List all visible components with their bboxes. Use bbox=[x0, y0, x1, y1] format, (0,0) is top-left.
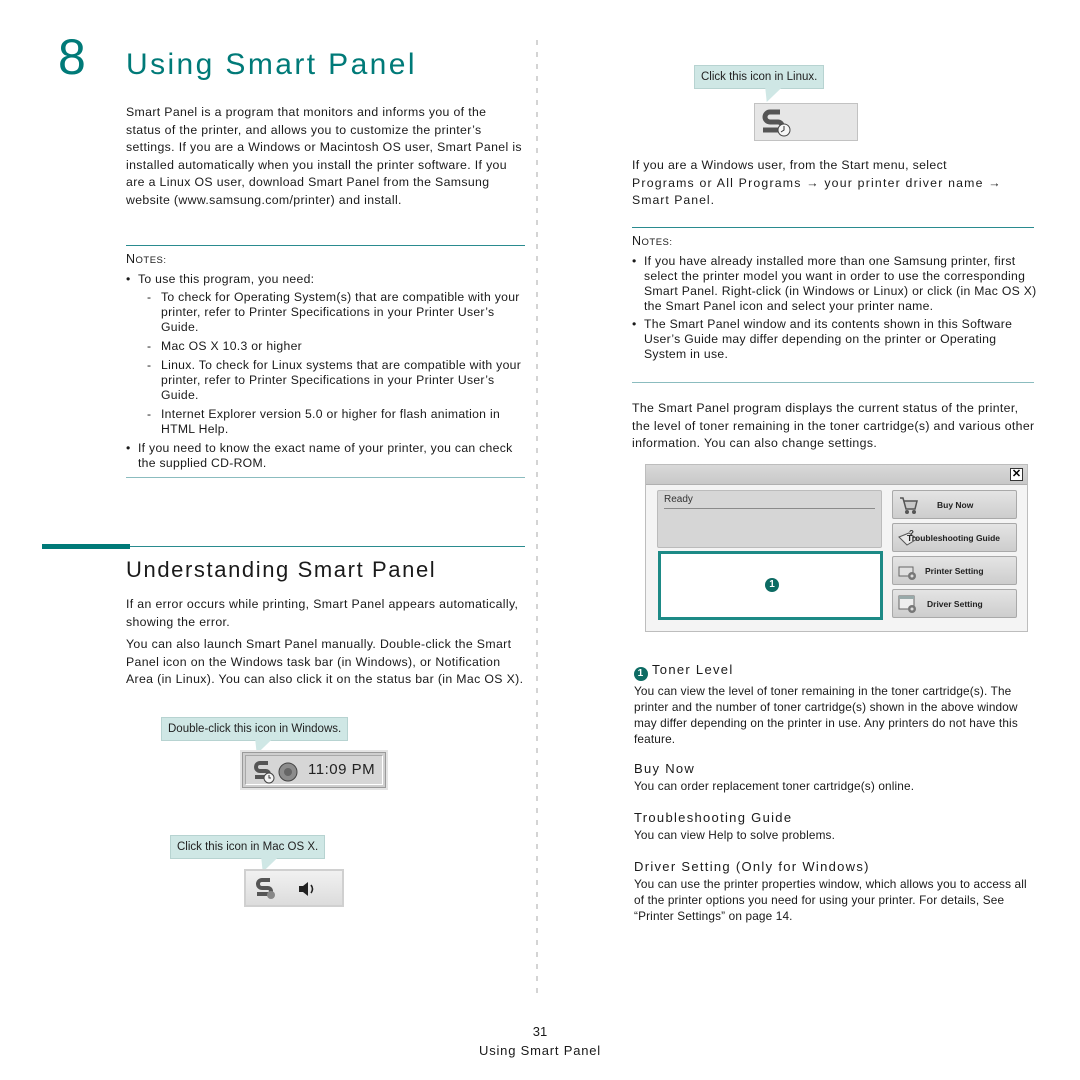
requirement-item: To check for Operating System(s) that ar… bbox=[146, 290, 526, 335]
linux-callout-tail bbox=[758, 88, 782, 102]
notes-list: To use this program, you need: To check … bbox=[126, 272, 526, 474]
windows-callout: Double-click this icon in Windows. bbox=[161, 717, 349, 741]
volume-icon bbox=[299, 882, 314, 896]
troubleshooting-guide-button[interactable]: ? Troubleshooting Guide bbox=[892, 523, 1017, 552]
window-titlebar: ✕ bbox=[646, 465, 1027, 485]
requirements-list: To check for Operating System(s) that ar… bbox=[138, 290, 526, 437]
section-rule bbox=[130, 546, 525, 547]
definition-title: Buy Now bbox=[634, 761, 696, 776]
definition-title: Troubleshooting Guide bbox=[634, 810, 793, 825]
linux-callout: Click this icon in Linux. bbox=[694, 65, 825, 89]
section-paragraph-1: If an error occurs while printing, Smart… bbox=[126, 597, 519, 629]
definition-title: 1 Toner Level bbox=[634, 662, 1039, 681]
status-panel: Ready bbox=[657, 490, 882, 548]
chapter-title: Using Smart Panel bbox=[126, 48, 417, 81]
requirement-item: Linux. To check for Linux systems that a… bbox=[146, 358, 526, 403]
definition-text: You can use the printer properties windo… bbox=[634, 877, 1027, 923]
definition-toner-level: 1 Toner Level You can view the level of t… bbox=[634, 662, 1039, 747]
start-menu-instructions: If you are a Windows user, from the Star… bbox=[632, 158, 1002, 208]
notes-right-top-rule bbox=[632, 227, 1034, 228]
notes-top-rule bbox=[126, 245, 525, 246]
smart-panel-mac-icon[interactable] bbox=[254, 877, 278, 901]
note-item: If you need to know the exact name of yo… bbox=[126, 441, 526, 471]
mac-callout: Click this icon in Mac OS X. bbox=[170, 835, 326, 859]
definition-text: You can view the level of toner remainin… bbox=[634, 684, 1018, 746]
status-text: Ready bbox=[664, 494, 693, 505]
definition-title: Driver Setting (Only for Windows) bbox=[634, 859, 870, 874]
definition-buy-now: Buy Now You can order replacement toner … bbox=[634, 761, 1039, 794]
notes-right-list: If you have already installed more than … bbox=[632, 254, 1037, 365]
display-paragraph: The Smart Panel program displays the cur… bbox=[632, 401, 1035, 451]
definition-driver-setting: Driver Setting (Only for Windows) You ca… bbox=[634, 859, 1039, 924]
printer-setting-button[interactable]: Printer Setting bbox=[892, 556, 1017, 585]
smart-panel-linux-icon[interactable] bbox=[760, 108, 792, 138]
note-item: To use this program, you need: To check … bbox=[126, 272, 526, 437]
footer-title: Using Smart Panel bbox=[479, 1043, 601, 1058]
column-divider bbox=[536, 40, 538, 1000]
smart-panel-tray-icon[interactable] bbox=[252, 760, 276, 784]
callout-badge: 1 bbox=[765, 578, 779, 592]
requirement-item: Mac OS X 10.3 or higher bbox=[146, 339, 526, 354]
close-icon[interactable]: ✕ bbox=[1010, 468, 1023, 481]
definition-text: You can view Help to solve problems. bbox=[634, 828, 836, 842]
definition-text: You can order replacement toner cartridg… bbox=[634, 779, 915, 793]
mac-status-bar bbox=[244, 869, 344, 907]
printer-gear-icon bbox=[898, 566, 916, 580]
notes-right-label: NOTES: bbox=[632, 234, 673, 248]
driver-setting-button[interactable]: Driver Setting bbox=[892, 589, 1017, 618]
notes-right-bottom-rule bbox=[632, 382, 1034, 383]
shopping-cart-icon bbox=[900, 497, 918, 514]
chapter-number: 8 bbox=[58, 29, 86, 85]
taskbar-clock: 11:09 PM bbox=[308, 761, 376, 778]
intro-paragraph: Smart Panel is a program that monitors a… bbox=[126, 105, 522, 207]
section-paragraph-2: You can also launch Smart Panel manually… bbox=[126, 637, 524, 687]
linux-notification-area bbox=[754, 103, 858, 141]
window-gear-icon bbox=[898, 595, 916, 613]
windows-taskbar-tray: 11:09 PM bbox=[240, 750, 388, 790]
smart-panel-window: ✕ Ready 1 Buy Now ? Troubleshooting Guid… bbox=[645, 464, 1028, 632]
section-accent-bar bbox=[42, 544, 130, 549]
section-title: Understanding Smart Panel bbox=[126, 557, 437, 582]
note-item: If you have already installed more than … bbox=[632, 254, 1037, 314]
note-item: The Smart Panel window and its contents … bbox=[632, 317, 1037, 362]
requirement-item: Internet Explorer version 5.0 or higher … bbox=[146, 407, 526, 437]
definition-troubleshooting-guide: Troubleshooting Guide You can view Help … bbox=[634, 810, 1039, 843]
notes-label: NOTES: bbox=[126, 252, 167, 266]
callout-badge: 1 bbox=[634, 667, 648, 681]
buy-now-button[interactable]: Buy Now bbox=[892, 490, 1017, 519]
speaker-tray-icon bbox=[278, 762, 298, 782]
page-number: 31 bbox=[532, 1024, 548, 1039]
notes-bottom-rule bbox=[126, 477, 525, 478]
toner-level-area: 1 bbox=[658, 551, 883, 620]
